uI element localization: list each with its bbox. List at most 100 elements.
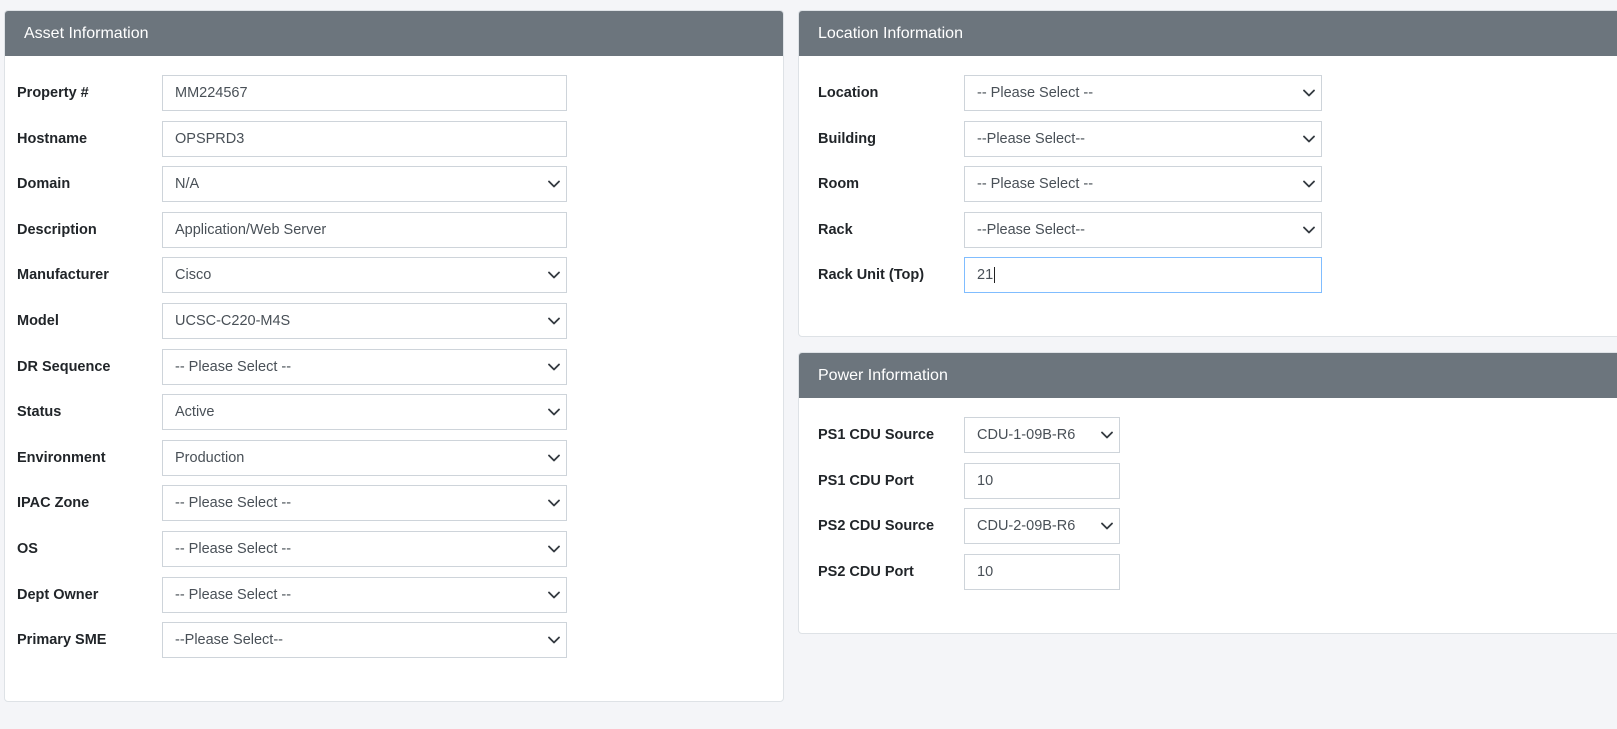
description-value: Application/Web Server xyxy=(175,222,327,238)
chevron-down-icon[interactable] xyxy=(1297,226,1321,234)
rack-unit-top-label-text: Rack Unit (Top) xyxy=(818,267,925,283)
description-input[interactable]: Application/Web Server xyxy=(162,212,567,248)
ps2-cdu-source-value: CDU-2-09B-R6 xyxy=(977,518,1076,534)
ps1-cdu-port-label-text: PS1 CDU Port xyxy=(818,473,914,489)
manufacturer-select[interactable]: Cisco xyxy=(162,257,567,293)
manufacturer-label: Manufacturer xyxy=(17,257,109,293)
primary-sme-label: Primary SME xyxy=(17,622,106,658)
property-input[interactable]: MM224567 xyxy=(162,75,567,111)
ipac-zone-label: IPAC Zone xyxy=(17,485,89,521)
rack-unit-top-value: 21 xyxy=(977,267,994,283)
ipac-zone-select[interactable]: -- Please Select -- xyxy=(162,485,567,521)
status-label-text: Status xyxy=(17,404,62,420)
chevron-down-icon[interactable] xyxy=(1297,135,1321,143)
chevron-down-icon[interactable] xyxy=(542,180,566,188)
model-label-text: Model xyxy=(17,313,59,329)
domain-label: Domain xyxy=(17,166,70,202)
environment-label: Environment xyxy=(17,440,106,476)
chevron-down-icon[interactable] xyxy=(1095,522,1119,530)
hostname-label: Hostname xyxy=(17,121,87,157)
chevron-down-icon[interactable] xyxy=(1095,431,1119,439)
ps2-cdu-source-select[interactable]: CDU-2-09B-R6 xyxy=(964,508,1120,544)
domain-select[interactable]: N/A xyxy=(162,166,567,202)
building-label-text: Building xyxy=(818,131,876,147)
chevron-down-icon[interactable] xyxy=(1297,89,1321,97)
dr-sequence-value: -- Please Select -- xyxy=(175,359,292,375)
asset-information-header: Asset Information xyxy=(5,11,783,56)
chevron-down-icon[interactable] xyxy=(542,271,566,279)
property-value: MM224567 xyxy=(175,85,248,101)
hostname-label-text: Hostname xyxy=(17,131,88,147)
ipac-zone-value: -- Please Select -- xyxy=(175,495,292,511)
chevron-down-icon[interactable] xyxy=(542,454,566,462)
ipac-zone-label-text: IPAC Zone xyxy=(17,495,90,511)
status-select[interactable]: Active xyxy=(162,394,567,430)
ps1-cdu-port-input[interactable]: 10 xyxy=(964,463,1120,499)
chevron-down-icon[interactable] xyxy=(1297,180,1321,188)
room-label: Room xyxy=(818,166,859,202)
chevron-down-icon[interactable] xyxy=(542,591,566,599)
power-information-card: Power Information xyxy=(798,352,1617,634)
dr-sequence-label-text: DR Sequence xyxy=(17,359,111,375)
location-information-header: Location Information xyxy=(799,11,1617,56)
primary-sme-value: --Please Select-- xyxy=(175,632,283,648)
text-cursor xyxy=(994,267,996,283)
ps1-cdu-source-label: PS1 CDU Source xyxy=(818,417,934,453)
power-information-header: Power Information xyxy=(799,353,1617,398)
property-label: Property # xyxy=(17,75,89,111)
dept-owner-select[interactable]: -- Please Select -- xyxy=(162,577,567,613)
rack-select[interactable]: --Please Select-- xyxy=(964,212,1322,248)
dr-sequence-select[interactable]: -- Please Select -- xyxy=(162,349,567,385)
chevron-down-icon[interactable] xyxy=(542,408,566,416)
description-label: Description xyxy=(17,212,97,248)
location-label-text: Location xyxy=(818,85,879,101)
status-label: Status xyxy=(17,394,61,430)
manufacturer-label-text: Manufacturer xyxy=(17,267,109,283)
model-label: Model xyxy=(17,303,59,339)
chevron-down-icon[interactable] xyxy=(542,317,566,325)
os-value: -- Please Select -- xyxy=(175,541,292,557)
rack-label: Rack xyxy=(818,212,853,248)
chevron-down-icon[interactable] xyxy=(542,636,566,644)
room-value: -- Please Select -- xyxy=(977,176,1094,192)
rack-unit-top-label: Rack Unit (Top) xyxy=(818,257,924,293)
status-value: Active xyxy=(175,404,215,420)
hostname-input[interactable]: OPSPRD3 xyxy=(162,121,567,157)
model-value: UCSC-C220-M4S xyxy=(175,313,291,329)
dept-owner-label: Dept Owner xyxy=(17,577,98,613)
property-label-text: Property # xyxy=(17,85,89,101)
ps1-cdu-port-label: PS1 CDU Port xyxy=(818,463,914,499)
os-select[interactable]: -- Please Select -- xyxy=(162,531,567,567)
ps2-cdu-port-label-text: PS2 CDU Port xyxy=(818,564,914,580)
rack-unit-top-input[interactable]: 21 xyxy=(964,257,1322,293)
chevron-down-icon[interactable] xyxy=(542,545,566,553)
location-value: -- Please Select -- xyxy=(977,85,1094,101)
model-select[interactable]: UCSC-C220-M4S xyxy=(162,303,567,339)
os-label-text: OS xyxy=(17,541,38,557)
building-value: --Please Select-- xyxy=(977,131,1085,147)
environment-value: Production xyxy=(175,450,245,466)
location-select[interactable]: -- Please Select -- xyxy=(964,75,1322,111)
chevron-down-icon[interactable] xyxy=(542,363,566,371)
ps1-cdu-source-select[interactable]: CDU-1-09B-R6 xyxy=(964,417,1120,453)
ps2-cdu-source-label: PS2 CDU Source xyxy=(818,508,934,544)
manufacturer-value: Cisco xyxy=(175,267,212,283)
room-select[interactable]: -- Please Select -- xyxy=(964,166,1322,202)
ps2-cdu-port-input[interactable]: 10 xyxy=(964,554,1120,590)
rack-label-text: Rack xyxy=(818,222,853,238)
environment-select[interactable]: Production xyxy=(162,440,567,476)
ps2-cdu-port-label: PS2 CDU Port xyxy=(818,554,914,590)
chevron-down-icon[interactable] xyxy=(542,499,566,507)
domain-value: N/A xyxy=(175,176,200,192)
dr-sequence-label: DR Sequence xyxy=(17,349,110,385)
environment-label-text: Environment xyxy=(17,450,106,466)
dept-owner-label-text: Dept Owner xyxy=(17,587,99,603)
location-label: Location xyxy=(818,75,878,111)
primary-sme-select[interactable]: --Please Select-- xyxy=(162,622,567,658)
primary-sme-label-text: Primary SME xyxy=(17,632,107,648)
hostname-value: OPSPRD3 xyxy=(175,131,245,147)
domain-label-text: Domain xyxy=(17,176,71,192)
ps2-cdu-source-label-text: PS2 CDU Source xyxy=(818,518,935,534)
building-select[interactable]: --Please Select-- xyxy=(964,121,1322,157)
dept-owner-value: -- Please Select -- xyxy=(175,587,292,603)
